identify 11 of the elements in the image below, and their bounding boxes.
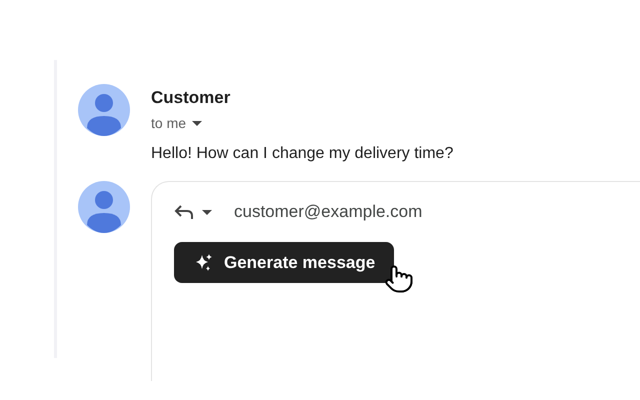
caret-icon[interactable] [192,120,202,126]
message-body: Hello! How can I change my delivery time? [151,145,454,163]
recipient-label: to me [151,115,186,131]
avatar-icon [78,84,130,136]
reply-icon[interactable] [174,204,194,220]
sparkle-icon [194,252,214,272]
recipient-address: customer@example.com [234,202,422,222]
avatar-icon [78,181,130,233]
caret-icon[interactable] [202,210,212,214]
sender-name: Customer [151,88,232,108]
generate-message-button[interactable]: Generate message [174,242,394,283]
